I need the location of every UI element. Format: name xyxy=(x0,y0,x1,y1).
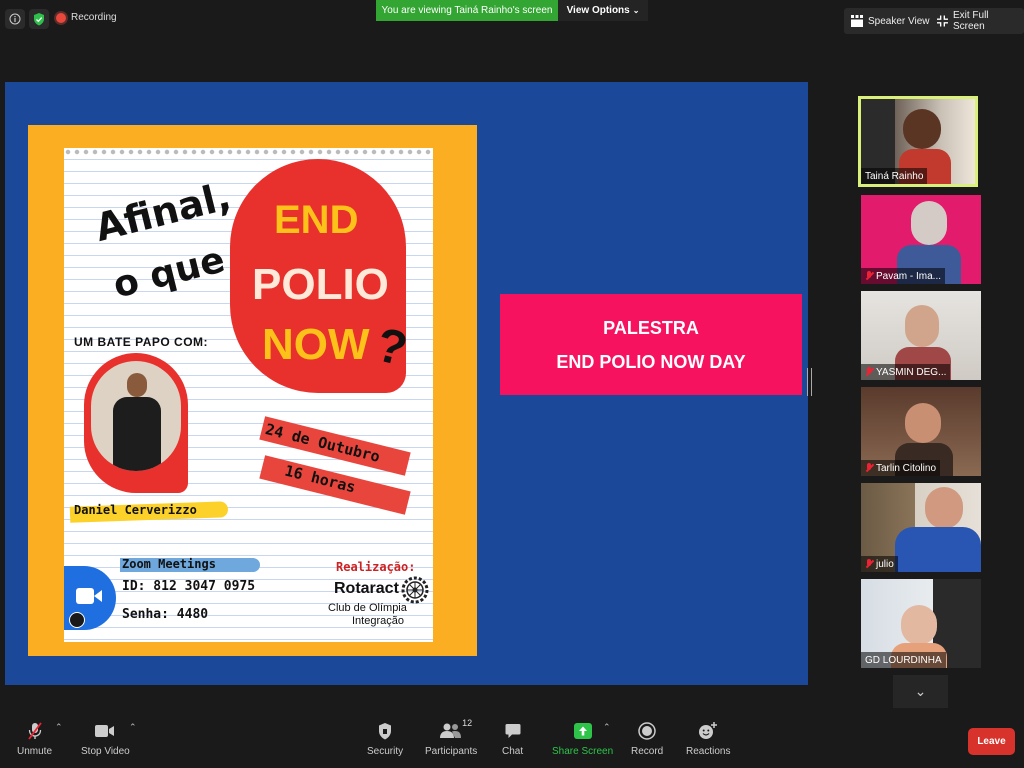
share-screen-icon xyxy=(573,723,592,739)
chevron-down-icon: ⌄ xyxy=(632,6,640,15)
record-icon xyxy=(638,722,656,740)
poster-now: NOW xyxy=(262,320,370,369)
participant-tile[interactable]: Pavam - Ima... xyxy=(861,195,981,284)
speaker-view-label: Speaker View xyxy=(868,15,930,27)
participant-name: Tarlin Citolino xyxy=(876,462,937,474)
microphone-muted-icon xyxy=(27,722,42,740)
security-button[interactable]: Security xyxy=(367,722,403,757)
viewing-text: You are viewing Tainá Rainho's screen xyxy=(381,5,553,16)
speaker-photo xyxy=(91,361,181,471)
unmute-label: Unmute xyxy=(17,746,53,757)
participant-name: Tainá Rainho xyxy=(865,170,924,182)
record-label: Record xyxy=(631,746,664,757)
chevron-down-icon: ⌄ xyxy=(914,683,927,699)
participant-name-tag: julio xyxy=(861,556,898,572)
grid-view-icon xyxy=(851,15,863,27)
speaker-view-button[interactable]: Speaker View xyxy=(844,8,937,34)
participant-name-tag: GD LOURDINHA xyxy=(861,652,946,668)
participant-name: GD LOURDINHA xyxy=(865,654,942,666)
participant-name-tag: Tarlin Citolino xyxy=(861,460,941,476)
smiley-plus-icon xyxy=(699,722,718,739)
mic-muted-icon xyxy=(865,559,873,569)
leave-label: Leave xyxy=(977,736,1006,747)
security-label: Security xyxy=(367,746,404,757)
poster-frame: Afinal, o que é END POLIO NOW ? UM BATE … xyxy=(28,125,477,656)
participant-tile-active[interactable]: Tainá Rainho xyxy=(858,96,978,187)
poster-org-line2: Integração xyxy=(352,615,404,627)
poster-password: Senha: 4480 xyxy=(122,607,209,622)
poster-org-line1: Club de Olímpia xyxy=(328,602,407,614)
stop-video-button[interactable]: Stop Video xyxy=(81,722,130,757)
banner-line-2: END POLIO NOW DAY xyxy=(556,351,746,372)
participant-tile[interactable]: julio xyxy=(861,483,981,572)
banner-line-1: PALESTRA xyxy=(603,317,699,338)
exit-fullscreen-icon xyxy=(937,15,948,27)
participant-name: Pavam - Ima... xyxy=(876,270,942,282)
poster-meeting-id: ID: 812 3047 0975 xyxy=(122,579,256,594)
share-screen-label: Share Screen xyxy=(552,746,614,757)
participant-name-tag: YASMIN DEG... xyxy=(861,364,951,380)
event-poster: Afinal, o que é END POLIO NOW ? UM BATE … xyxy=(64,148,433,642)
unmute-button[interactable]: Unmute xyxy=(17,722,52,757)
participant-name: julio xyxy=(876,558,894,570)
shield-check-icon xyxy=(34,12,44,25)
poster-chat-with: UM BATE PAPO COM: xyxy=(74,335,209,349)
video-options-caret[interactable]: ⌃ xyxy=(129,722,137,733)
zoom-logo-icon xyxy=(64,566,116,630)
poster-realizacao: Realização: xyxy=(336,560,416,574)
shield-icon xyxy=(379,722,392,739)
video-camera-icon xyxy=(95,725,115,737)
poster-org-name: Rotaract xyxy=(334,580,399,597)
mic-muted-icon xyxy=(865,367,873,377)
chat-icon xyxy=(505,724,521,738)
info-icon xyxy=(9,13,21,25)
talk-banner: PALESTRA END POLIO NOW DAY xyxy=(500,294,802,395)
audio-options-caret[interactable]: ⌃ xyxy=(55,722,63,733)
exit-full-screen-label: Exit Full Screen xyxy=(952,10,989,32)
participant-tile[interactable]: YASMIN DEG... xyxy=(861,291,981,380)
participant-name: YASMIN DEG... xyxy=(876,366,947,378)
top-bar: Recording You are viewing Tainá Rainho's… xyxy=(0,0,1024,40)
view-options-button[interactable]: View Options ⌄ xyxy=(558,0,648,21)
recording-indicator[interactable]: Recording xyxy=(56,12,117,23)
record-button[interactable]: Record xyxy=(631,722,663,757)
meeting-info-button[interactable] xyxy=(5,9,25,29)
reactions-button[interactable]: Reactions xyxy=(686,722,730,757)
spiral-binding xyxy=(64,148,433,156)
participants-icon xyxy=(440,723,462,738)
participant-tile[interactable]: Tarlin Citolino xyxy=(861,387,981,476)
participant-name-tag: Pavam - Ima... xyxy=(861,268,946,284)
poster-headline-1: Afinal, xyxy=(90,173,236,251)
view-options-label: View Options xyxy=(566,5,630,16)
rotary-wheel-icon xyxy=(401,576,429,604)
poster-polio: POLIO xyxy=(252,260,389,309)
shared-screen: Afinal, o que é END POLIO NOW ? UM BATE … xyxy=(5,82,808,685)
chat-button[interactable]: Chat xyxy=(502,722,523,757)
speaker-photo-frame xyxy=(84,353,188,493)
poster-end: END xyxy=(274,198,359,242)
participant-name-tag: Tainá Rainho xyxy=(861,168,928,184)
viewing-screen-banner: You are viewing Tainá Rainho's screen xyxy=(376,0,558,21)
share-options-caret[interactable]: ⌃ xyxy=(603,722,611,733)
meeting-toolbar: Unmute ⌃ Stop Video ⌃ Security 12 Partic… xyxy=(0,712,1024,768)
participants-label: Participants xyxy=(425,746,478,757)
poster-speaker-name: Daniel Cerverizzo xyxy=(74,503,197,517)
panel-resize-handle[interactable] xyxy=(807,368,812,396)
participants-count: 12 xyxy=(462,718,473,728)
reactions-label: Reactions xyxy=(686,746,731,757)
leave-button[interactable]: Leave xyxy=(968,728,1015,755)
mic-muted-icon xyxy=(865,463,873,473)
poster-zoom-meetings: Zoom Meetings xyxy=(122,557,216,571)
participants-button[interactable]: 12 Participants xyxy=(425,718,478,757)
chat-label: Chat xyxy=(502,746,524,757)
recording-label: Recording xyxy=(71,12,117,23)
security-status-button[interactable] xyxy=(29,9,49,29)
gallery-scroll-down-button[interactable]: ⌄ xyxy=(893,675,948,708)
stop-video-label: Stop Video xyxy=(81,746,130,757)
record-dot-icon xyxy=(56,12,66,23)
mic-muted-icon xyxy=(865,271,873,281)
participant-tile[interactable]: GD LOURDINHA xyxy=(861,579,981,668)
exit-full-screen-button[interactable]: Exit Full Screen xyxy=(930,8,1024,34)
